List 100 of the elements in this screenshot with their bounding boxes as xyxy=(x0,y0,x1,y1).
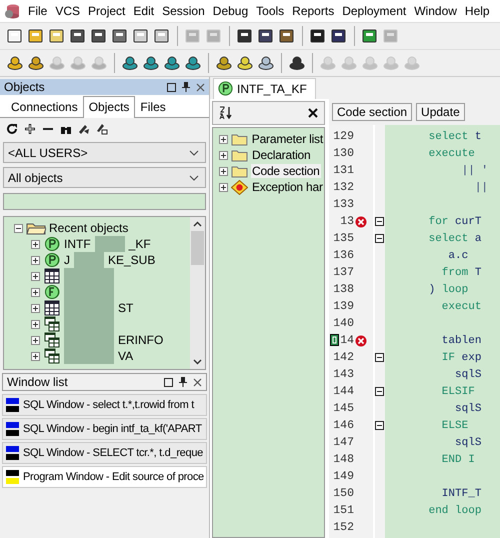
toolbar-icon[interactable] xyxy=(27,55,45,71)
expand-icon[interactable] xyxy=(31,272,40,280)
outline-item[interactable]: Parameter list xyxy=(250,132,324,146)
expand-icon[interactable] xyxy=(31,288,40,296)
expand-icon[interactable] xyxy=(219,166,228,176)
menu-item[interactable]: Deployment xyxy=(342,4,406,18)
toolbar-icon[interactable] xyxy=(142,55,160,71)
scroll-down-icon[interactable] xyxy=(193,359,202,365)
toolbar-icon[interactable] xyxy=(121,55,139,71)
toolbar-button[interactable]: Code section xyxy=(332,103,412,121)
close-icon[interactable] xyxy=(308,108,318,118)
expand-icon[interactable] xyxy=(219,182,228,192)
fold-icon[interactable] xyxy=(374,234,384,243)
menu-item[interactable]: Help xyxy=(464,4,490,18)
window-list-item[interactable]: SQL Window - begin intf_ta_kf('APART xyxy=(2,418,207,440)
sort-icon[interactable] xyxy=(219,106,233,120)
toolbar-icon[interactable] xyxy=(278,28,296,44)
tree-item[interactable]: KE_SUB xyxy=(108,253,156,267)
tree-item[interactable]: ST xyxy=(118,301,134,315)
panel-tab[interactable]: Files xyxy=(135,97,171,117)
filter-field[interactable] xyxy=(3,193,206,210)
toolbar-icon[interactable] xyxy=(163,55,181,71)
fold-icon[interactable] xyxy=(374,387,384,396)
expand-icon[interactable] xyxy=(31,240,40,248)
breakpoint-icon[interactable] xyxy=(355,216,367,228)
fold-icon[interactable] xyxy=(374,217,384,226)
fold-icon[interactable] xyxy=(374,353,384,362)
panel-tab[interactable]: Connections xyxy=(6,97,83,117)
editor-tab[interactable]: INTF_TA_KF xyxy=(213,78,316,99)
scroll-thumb[interactable] xyxy=(191,231,204,265)
filter-icon[interactable] xyxy=(78,123,90,135)
tree-item[interactable]: INTF xyxy=(64,237,91,251)
outline-item[interactable]: Declaration xyxy=(251,148,312,162)
toolbar-icon[interactable] xyxy=(69,28,87,44)
toolbar-icon[interactable] xyxy=(27,28,45,44)
toolbar-icon[interactable] xyxy=(153,28,171,44)
filter-icon[interactable] xyxy=(96,123,108,135)
toolbar-icon[interactable] xyxy=(288,55,306,71)
close-icon[interactable] xyxy=(193,378,202,386)
code-line: select a xyxy=(428,232,482,244)
scrollbar[interactable] xyxy=(190,217,205,369)
toolbar-icon[interactable] xyxy=(48,28,66,44)
menu-item[interactable]: Edit xyxy=(133,4,154,18)
type-dropdown[interactable]: All objects xyxy=(3,167,206,188)
pin-icon[interactable] xyxy=(182,82,190,92)
toolbar-icon[interactable] xyxy=(90,28,108,44)
scroll-up-icon[interactable] xyxy=(193,221,202,227)
expand-icon[interactable] xyxy=(31,304,40,312)
menu-item[interactable]: Project xyxy=(88,4,126,18)
tree-item[interactable]: VA xyxy=(118,349,134,363)
expand-icon[interactable] xyxy=(219,134,228,144)
menu-item[interactable]: Tools xyxy=(256,4,284,18)
expand-icon[interactable] xyxy=(219,150,228,160)
toolbar-icon[interactable] xyxy=(215,55,233,71)
toolbar-icon[interactable] xyxy=(361,28,379,44)
float-icon[interactable] xyxy=(164,378,173,386)
menu-item[interactable]: Session xyxy=(162,4,205,18)
breakpoint-icon[interactable] xyxy=(355,334,367,346)
toolbar-icon[interactable] xyxy=(309,28,327,44)
window-list-item[interactable]: SQL Window - SELECT tcr.*, t.d_reque xyxy=(2,442,207,464)
toolbar-icon[interactable] xyxy=(132,28,150,44)
pin-icon[interactable] xyxy=(179,377,187,387)
expand-icon[interactable] xyxy=(31,336,40,344)
collapse-icon[interactable] xyxy=(14,224,23,232)
menu-item[interactable]: Window xyxy=(414,4,457,18)
toolbar-icon[interactable] xyxy=(111,28,129,44)
tree-item[interactable]: Recent objects xyxy=(49,221,128,235)
code-line: sqlS xyxy=(454,368,482,380)
view-icon xyxy=(44,316,60,332)
expand-icon[interactable] xyxy=(31,320,40,328)
panel-tab[interactable]: Objects xyxy=(82,96,136,118)
window-list-item[interactable]: Program Window - Edit source of proce xyxy=(2,466,207,488)
fold-icon[interactable] xyxy=(374,421,384,430)
refresh-icon[interactable] xyxy=(6,123,18,135)
menu-item[interactable]: Debug xyxy=(212,4,248,18)
tree-item[interactable]: ERINFO xyxy=(118,333,164,347)
toolbar-icon[interactable] xyxy=(6,28,24,44)
tree-item[interactable]: _KF xyxy=(128,237,151,251)
toolbar-icon[interactable] xyxy=(257,28,275,44)
window-list-item[interactable]: SQL Window - select t.*,t.rowid from t xyxy=(2,394,207,416)
outline-item[interactable]: Exception har xyxy=(251,180,324,194)
toolbar-button[interactable]: Update xyxy=(416,103,465,121)
toolbar-icon[interactable] xyxy=(257,55,275,71)
outline-item[interactable]: Code section xyxy=(251,164,321,178)
user-dropdown[interactable]: <ALL USERS> xyxy=(3,142,206,163)
toolbar-icon[interactable] xyxy=(330,28,348,44)
tree-item[interactable]: J xyxy=(64,253,70,267)
menu-item[interactable]: File xyxy=(28,4,48,18)
plus-icon[interactable] xyxy=(24,123,36,135)
package-icon xyxy=(44,236,60,252)
float-icon[interactable] xyxy=(167,82,176,92)
toolbar-icon[interactable] xyxy=(236,28,254,44)
menu-item[interactable]: VCS xyxy=(55,4,80,18)
expand-icon[interactable] xyxy=(31,352,40,360)
toolbar-icon[interactable] xyxy=(6,55,24,71)
toolbar-icon[interactable] xyxy=(184,55,202,71)
expand-icon[interactable] xyxy=(31,256,40,264)
menu-item[interactable]: Reports xyxy=(292,4,334,18)
code-line: ELSE xyxy=(440,420,468,432)
toolbar-icon[interactable] xyxy=(236,55,254,71)
